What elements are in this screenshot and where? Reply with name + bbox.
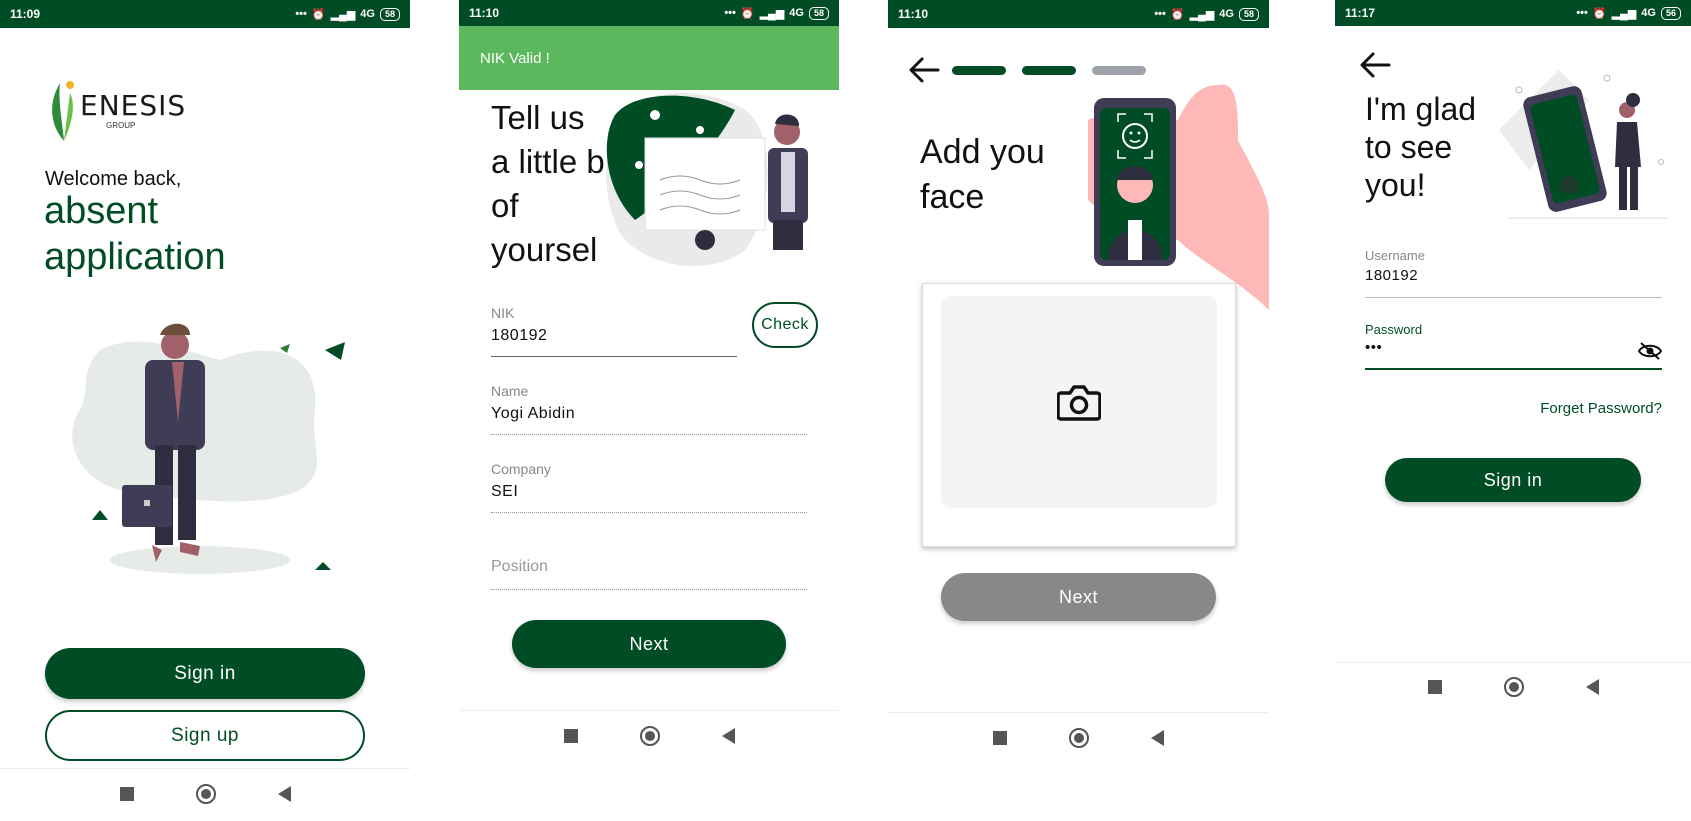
network-type: 4G bbox=[1219, 8, 1234, 20]
status-bar: 11:10 ••• ⏰ ▂▄▆ 4G 58 bbox=[459, 0, 839, 26]
home-icon[interactable] bbox=[1503, 676, 1524, 697]
forget-password-link[interactable]: Forget Password? bbox=[1540, 400, 1662, 417]
signal-icon: ▂▄▆ bbox=[330, 8, 356, 21]
android-nav-bar bbox=[0, 768, 410, 818]
recent-apps-icon[interactable] bbox=[119, 786, 134, 801]
android-nav-bar bbox=[459, 710, 839, 760]
signup-button[interactable]: Sign up bbox=[45, 710, 365, 761]
network-type: 4G bbox=[1641, 7, 1656, 19]
home-icon[interactable] bbox=[1069, 727, 1089, 748]
home-icon[interactable] bbox=[639, 725, 660, 746]
alarm-icon: ⏰ bbox=[311, 8, 326, 21]
battery-icon: 56 bbox=[1660, 6, 1681, 20]
camera-icon bbox=[1057, 385, 1101, 421]
step-2 bbox=[1022, 66, 1076, 75]
snackbar: NIK Valid ! bbox=[459, 26, 839, 90]
alarm-icon: ⏰ bbox=[740, 7, 755, 20]
next-button-disabled[interactable]: Next bbox=[941, 573, 1216, 621]
more-icon: ••• bbox=[1154, 8, 1166, 20]
recent-apps-icon[interactable] bbox=[1427, 679, 1442, 694]
back-arrow-icon[interactable] bbox=[908, 56, 940, 84]
back-nav-icon[interactable] bbox=[1151, 729, 1164, 746]
phone-woman-illustration bbox=[1499, 70, 1669, 219]
signal-icon: ▂▄▆ bbox=[1189, 8, 1215, 21]
network-type: 4G bbox=[789, 7, 804, 19]
recent-apps-icon[interactable] bbox=[563, 728, 578, 743]
back-arrow-icon[interactable] bbox=[1359, 51, 1391, 79]
signin-button[interactable]: Sign in bbox=[45, 648, 365, 699]
step-indicator bbox=[952, 66, 1146, 75]
add-face-screen: 11:10 ••• ⏰ ▂▄▆ 4G 58 Add you face Next bbox=[888, 0, 1269, 770]
android-nav-bar bbox=[888, 712, 1269, 762]
businessman-illustration bbox=[72, 323, 345, 574]
signal-icon: ▂▄▆ bbox=[1611, 7, 1637, 20]
profile-screen: 11:10 ••• ⏰ ▂▄▆ 4G 58 NIK Valid ! Tell u… bbox=[459, 0, 839, 770]
company-field[interactable]: Company SEI bbox=[491, 461, 807, 513]
welcome-text: Welcome back, bbox=[45, 168, 182, 190]
alarm-icon: ⏰ bbox=[1592, 7, 1607, 20]
signal-icon: ▂▄▆ bbox=[759, 7, 785, 20]
photo-placeholder[interactable] bbox=[941, 296, 1217, 508]
recent-apps-icon[interactable] bbox=[993, 730, 1007, 745]
status-time: 11:10 bbox=[898, 7, 929, 21]
nik-field[interactable]: NIK 180192 bbox=[491, 305, 737, 357]
photo-card bbox=[922, 283, 1236, 547]
android-nav-bar bbox=[1335, 662, 1691, 700]
status-time: 11:10 bbox=[469, 6, 500, 20]
status-time: 11:17 bbox=[1345, 6, 1376, 20]
position-field[interactable]: Position bbox=[491, 558, 807, 590]
enesis-logo: ENESIS GROUP bbox=[46, 75, 185, 145]
step-1 bbox=[952, 66, 1006, 75]
eye-off-icon[interactable] bbox=[1638, 342, 1662, 360]
welcome-screen: 11:09 ••• ⏰ ▂▄▆ 4G 58 ENESIS GROUP Welco… bbox=[0, 0, 410, 821]
app-name-line1: absent bbox=[44, 190, 159, 232]
more-icon: ••• bbox=[1576, 7, 1588, 19]
logo-sub: GROUP bbox=[106, 121, 136, 130]
face-scan-illustration bbox=[1088, 84, 1269, 310]
app-name-line2: application bbox=[44, 236, 226, 278]
step-3 bbox=[1092, 66, 1146, 75]
more-icon: ••• bbox=[295, 8, 307, 20]
password-field[interactable]: Password ••• bbox=[1365, 322, 1662, 370]
name-field[interactable]: Name Yogi Abidin bbox=[491, 383, 807, 435]
logo-text: ENESIS bbox=[80, 89, 187, 122]
signin-button[interactable]: Sign in bbox=[1385, 458, 1641, 502]
home-icon[interactable] bbox=[195, 783, 216, 804]
back-nav-icon[interactable] bbox=[1585, 678, 1599, 695]
next-button[interactable]: Next bbox=[512, 620, 786, 668]
battery-icon: 58 bbox=[379, 7, 400, 21]
battery-icon: 58 bbox=[1238, 7, 1259, 21]
page-title: Add you face bbox=[920, 133, 1045, 216]
signin-screen: 11:17 ••• ⏰ ▂▄▆ 4G 56 I'm glad to see yo… bbox=[1335, 0, 1691, 700]
alarm-icon: ⏰ bbox=[1170, 8, 1185, 21]
status-bar: 11:09 ••• ⏰ ▂▄▆ 4G 58 bbox=[0, 0, 410, 28]
snackbar-text: NIK Valid ! bbox=[480, 49, 550, 67]
postcard-illustration bbox=[606, 93, 808, 267]
status-time: 11:09 bbox=[10, 7, 41, 21]
battery-icon: 58 bbox=[808, 6, 829, 20]
more-icon: ••• bbox=[724, 7, 736, 19]
status-bar: 11:17 ••• ⏰ ▂▄▆ 4G 56 bbox=[1335, 0, 1691, 26]
back-nav-icon[interactable] bbox=[721, 727, 735, 744]
network-type: 4G bbox=[360, 8, 375, 20]
back-nav-icon[interactable] bbox=[277, 785, 291, 802]
page-title: I'm glad to see you! bbox=[1365, 91, 1477, 203]
leaf-logo-icon bbox=[52, 81, 74, 141]
status-bar: 11:10 ••• ⏰ ▂▄▆ 4G 58 bbox=[888, 0, 1269, 28]
page-title: Tell us a little b of yoursel bbox=[491, 99, 605, 268]
username-field[interactable]: Username 180192 bbox=[1365, 248, 1662, 298]
check-button[interactable]: Check bbox=[752, 302, 818, 348]
